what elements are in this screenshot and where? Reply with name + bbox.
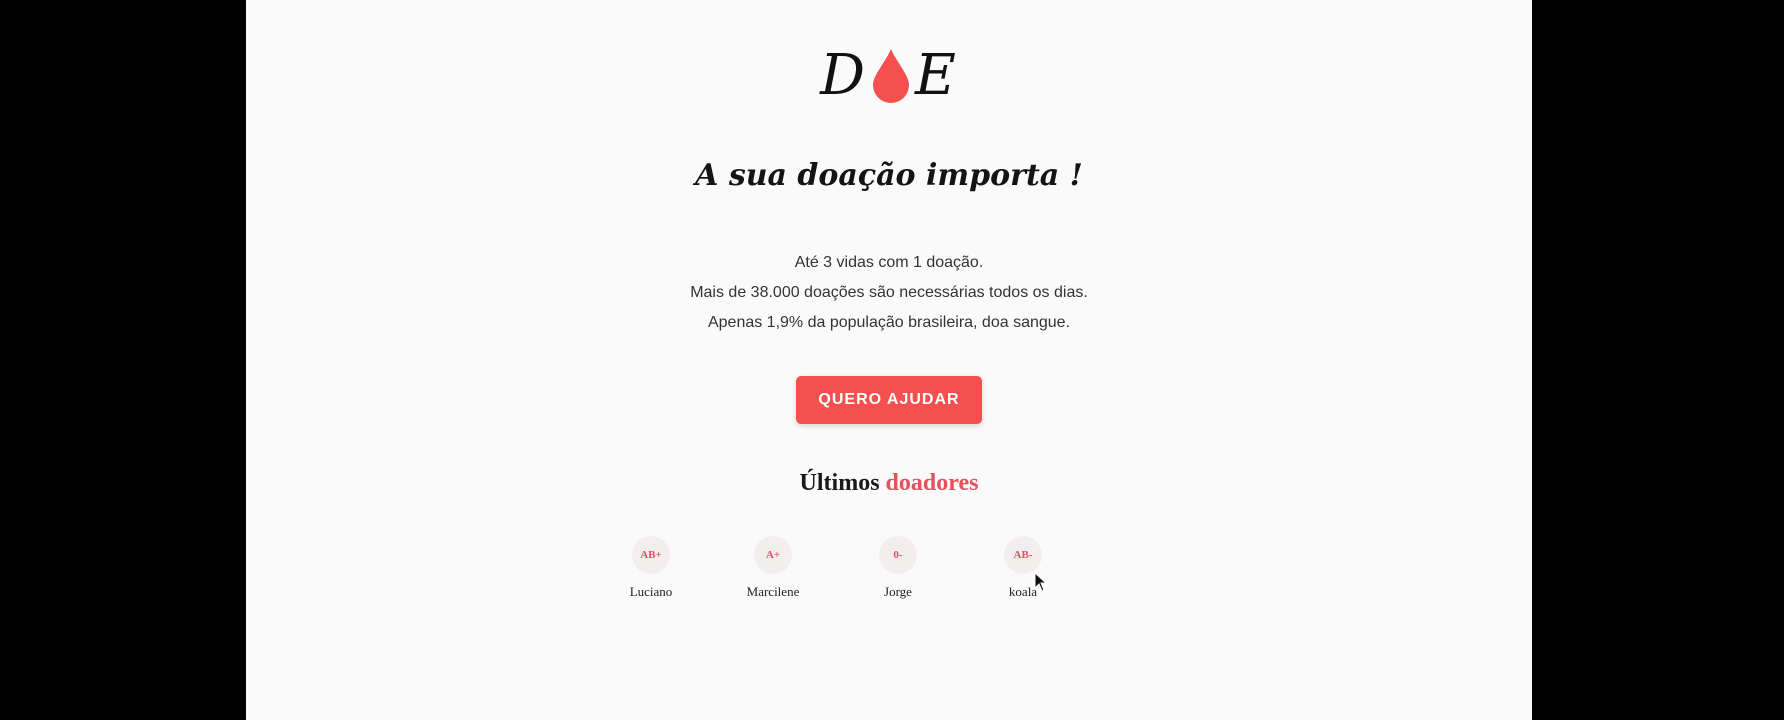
donors-list: AB+ Luciano A+ Marcilene 0- Jorge AB- ko… [246, 536, 1532, 606]
fact-line: Apenas 1,9% da população brasileira, doa… [707, 314, 1071, 331]
logo[interactable]: D E [246, 40, 1532, 110]
fact-line: Mais de 38.000 doações são necessárias t… [690, 284, 1088, 301]
donors-title-prefix: Últimos [799, 470, 880, 496]
blood-type-badge: A+ [754, 536, 792, 574]
donor-item: AB- koala [978, 536, 1068, 600]
donor-name: Luciano [629, 584, 673, 599]
blood-drop-icon [873, 49, 909, 103]
blood-type-badge: AB+ [632, 536, 670, 574]
donor-item: AB+ Luciano [606, 536, 696, 600]
donors-title-accent: doadores [885, 470, 979, 496]
fact-line: Até 3 vidas com 1 doação. [794, 254, 984, 271]
donor-name: Jorge [884, 584, 912, 599]
donors-title: Últimos doadores [246, 470, 1532, 497]
facts-list: Até 3 vidas com 1 doação. Mais de 38.000… [246, 248, 1532, 338]
blood-type-badge: 0- [879, 536, 917, 574]
logo-letter-d: D [820, 42, 867, 108]
donor-item: A+ Marcilene [728, 536, 818, 600]
quero-ajudar-button[interactable]: QUERO AJUDAR [796, 376, 982, 424]
headline: A sua doação importa ! [695, 158, 1083, 193]
blood-type-badge: AB- [1004, 536, 1042, 574]
logo-letter-e: E [915, 42, 958, 108]
donor-item: 0- Jorge [853, 536, 943, 600]
page-viewport: D E A sua doação importa ! Até 3 vidas c… [246, 0, 1532, 720]
donor-name: koala [1008, 584, 1038, 599]
donor-name: Marcilene [746, 584, 800, 599]
mouse-pointer-icon [1034, 572, 1048, 592]
